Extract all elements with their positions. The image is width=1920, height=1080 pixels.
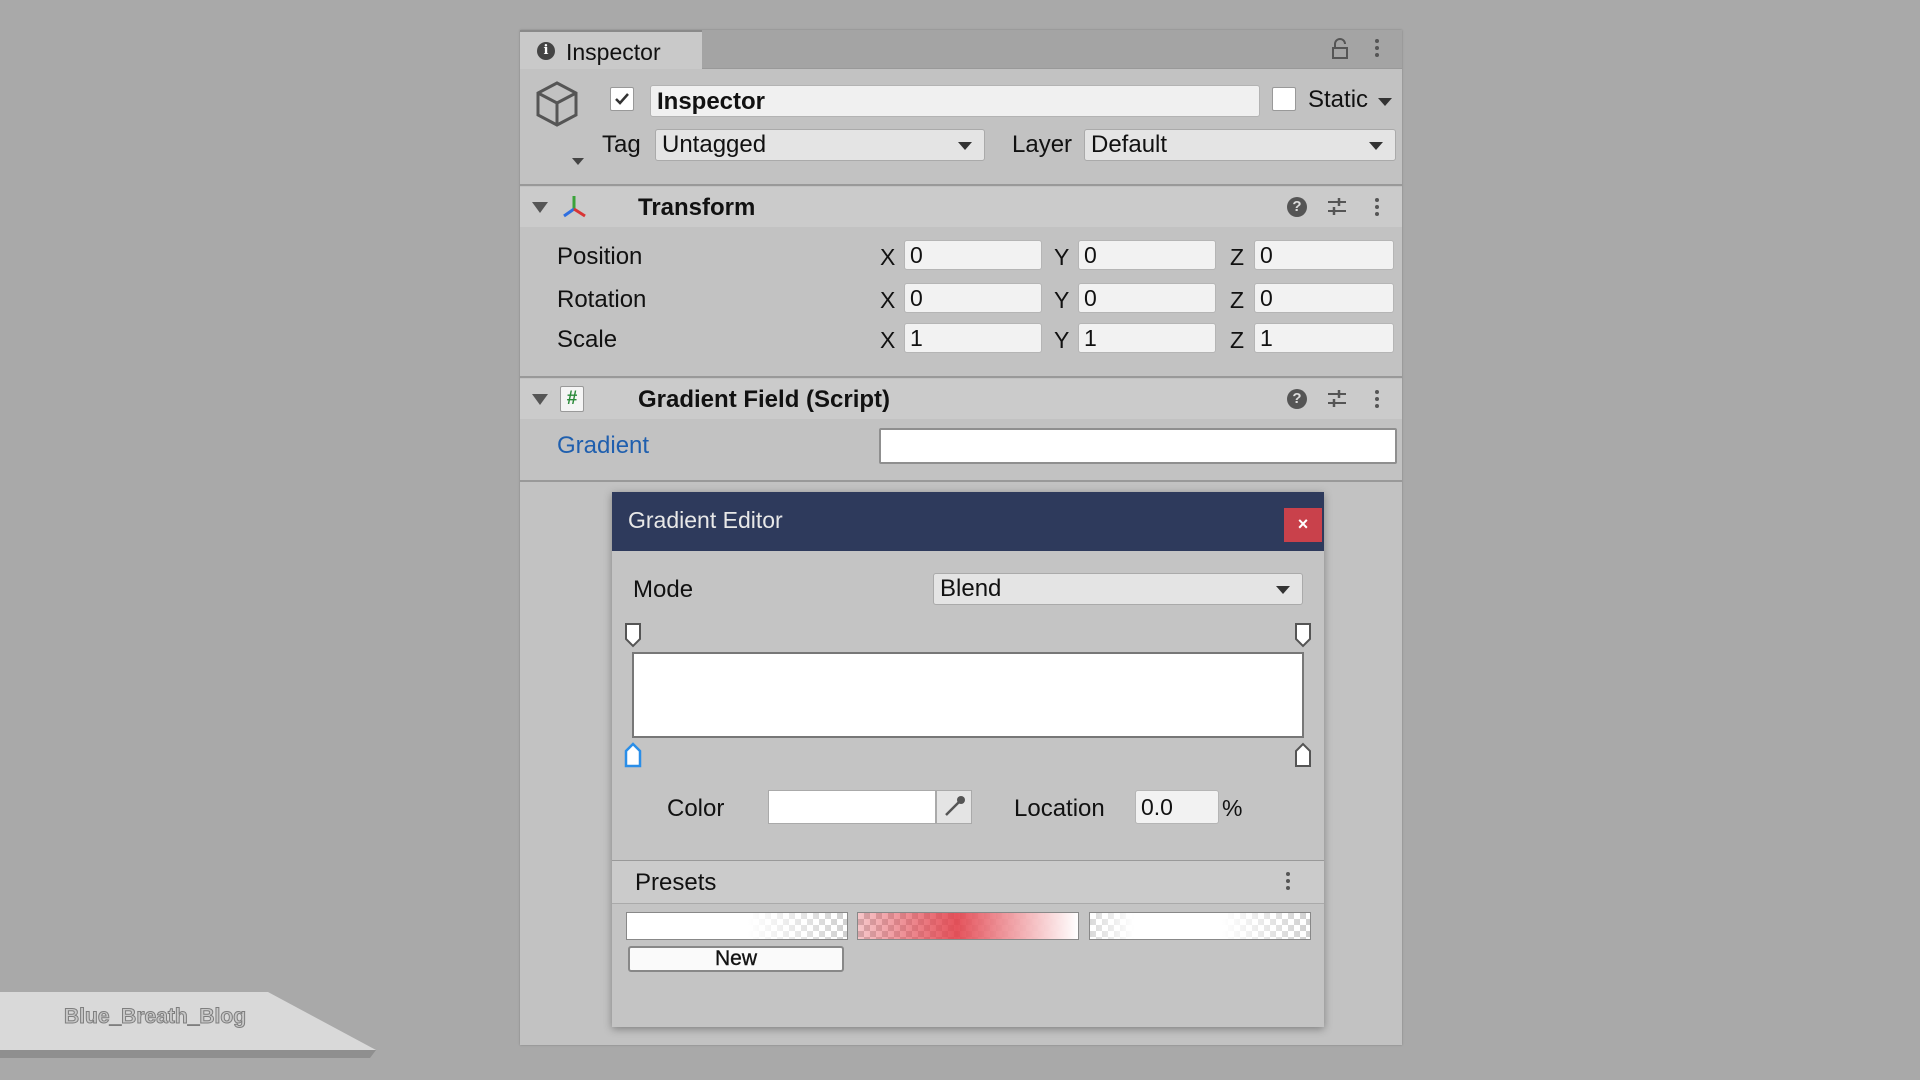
gradient-label[interactable]: Gradient: [557, 432, 649, 460]
foldout-arrow-icon[interactable]: [532, 394, 548, 405]
static-label[interactable]: Static: [1308, 86, 1368, 114]
location-field[interactable]: 0.0: [1135, 790, 1219, 824]
preset-swatch-white-fade-2[interactable]: [1089, 912, 1311, 940]
layer-dropdown[interactable]: Default: [1084, 129, 1396, 161]
presets-label: Presets: [635, 869, 717, 896]
gradient-editor-titlebar[interactable]: Gradient Editor ×: [612, 492, 1324, 551]
watermark-text: Blue_Breath_Blog: [63, 1005, 247, 1029]
axis-z-label[interactable]: Z: [1230, 244, 1244, 271]
eyedropper-button[interactable]: [936, 790, 972, 824]
tag-label: Tag: [602, 131, 641, 158]
rotation-x-field[interactable]: 0: [904, 283, 1042, 313]
presets-menu-icon[interactable]: [1285, 869, 1291, 893]
transform-title: Transform: [638, 194, 756, 221]
preset-swatch-red-fade[interactable]: [857, 912, 1079, 940]
axis-x-label[interactable]: X: [880, 327, 895, 354]
eyedropper-icon: [945, 796, 965, 816]
component-menu-icon[interactable]: [1374, 387, 1380, 411]
static-checkbox[interactable]: [1272, 87, 1296, 111]
chevron-down-icon: [1369, 142, 1383, 150]
alpha-key-start-marker[interactable]: [624, 622, 642, 648]
static-dropdown-icon[interactable]: [1378, 98, 1392, 106]
scale-y-field[interactable]: 1: [1078, 323, 1216, 353]
transform-header[interactable]: Transform ?: [520, 187, 1402, 227]
info-icon: i: [537, 42, 555, 60]
axis-z-label[interactable]: Z: [1230, 327, 1244, 354]
mode-value: Blend: [940, 575, 1002, 602]
tab-menu-icon[interactable]: [1374, 36, 1380, 60]
alpha-key-end-marker[interactable]: [1294, 622, 1312, 648]
position-y-field[interactable]: 0: [1078, 240, 1216, 270]
gradient-editor-title: Gradient Editor: [628, 507, 783, 533]
color-label: Color: [667, 795, 725, 822]
rotation-y-field[interactable]: 0: [1078, 283, 1216, 313]
check-icon: [615, 93, 629, 105]
axis-x-label[interactable]: X: [880, 244, 895, 271]
percent-label: %: [1222, 795, 1243, 821]
divider: [520, 480, 1402, 482]
scale-label: Scale: [557, 326, 618, 353]
new-preset-button[interactable]: New: [628, 946, 844, 972]
layer-value: Default: [1091, 131, 1168, 158]
gameobject-cube-icon[interactable]: [532, 79, 582, 129]
gradient-field-script-title: Gradient Field (Script): [638, 386, 891, 413]
axis-z-label[interactable]: Z: [1230, 287, 1244, 314]
tab-inspector-label: Inspector: [566, 39, 661, 65]
chevron-down-icon: [1276, 586, 1290, 594]
close-button[interactable]: ×: [1284, 508, 1322, 542]
divider: [520, 184, 1402, 186]
scale-z-field[interactable]: 1: [1254, 323, 1394, 353]
chevron-down-icon: [958, 142, 972, 150]
position-z-field[interactable]: 0: [1254, 240, 1394, 270]
gradient-preview-bar[interactable]: [632, 652, 1304, 738]
presets-sliders-icon[interactable]: [1326, 197, 1348, 217]
icon-dropdown-caret-icon[interactable]: [572, 158, 584, 165]
position-label: Position: [557, 243, 643, 270]
tag-value: Untagged: [662, 131, 767, 158]
gradient-editor-window: Gradient Editor × Mode Blend Color Locat…: [612, 492, 1324, 1027]
tab-inspector[interactable]: i Inspector: [520, 30, 702, 69]
color-key-end-marker[interactable]: [1294, 742, 1312, 768]
axis-y-label[interactable]: Y: [1054, 244, 1069, 271]
tab-bar: i Inspector: [520, 30, 1402, 69]
help-icon[interactable]: ?: [1287, 197, 1307, 217]
axis-x-label[interactable]: X: [880, 287, 895, 314]
transform-axes-icon: [563, 196, 586, 218]
active-checkbox[interactable]: [610, 87, 634, 111]
tag-dropdown[interactable]: Untagged: [655, 129, 985, 161]
axis-y-label[interactable]: Y: [1054, 327, 1069, 354]
axis-y-label[interactable]: Y: [1054, 287, 1069, 314]
color-swatch-field[interactable]: [768, 790, 936, 824]
script-icon: #: [560, 386, 584, 412]
location-label: Location: [1014, 795, 1105, 822]
scale-x-field[interactable]: 1: [904, 323, 1042, 353]
object-name-field[interactable]: Inspector: [650, 85, 1260, 117]
rotation-label: Rotation: [557, 286, 647, 313]
color-key-start-marker-selected[interactable]: [624, 742, 642, 768]
preset-swatch-white-fade[interactable]: [626, 912, 848, 940]
mode-dropdown[interactable]: Blend: [933, 573, 1303, 605]
mode-label: Mode: [633, 576, 694, 603]
divider: [520, 376, 1402, 378]
gradient-swatch-field[interactable]: [879, 428, 1397, 464]
presets-sliders-icon[interactable]: [1326, 389, 1348, 409]
position-x-field[interactable]: 0: [904, 240, 1042, 270]
component-menu-icon[interactable]: [1374, 195, 1380, 219]
rotation-z-field[interactable]: 0: [1254, 283, 1394, 313]
help-icon[interactable]: ?: [1287, 389, 1307, 409]
layer-label: Layer: [1012, 131, 1073, 158]
presets-header: Presets: [612, 860, 1324, 904]
foldout-arrow-icon[interactable]: [532, 202, 548, 213]
gradient-field-script-header[interactable]: # Gradient Field (Script) ?: [520, 379, 1402, 419]
lock-icon[interactable]: [1330, 38, 1350, 60]
